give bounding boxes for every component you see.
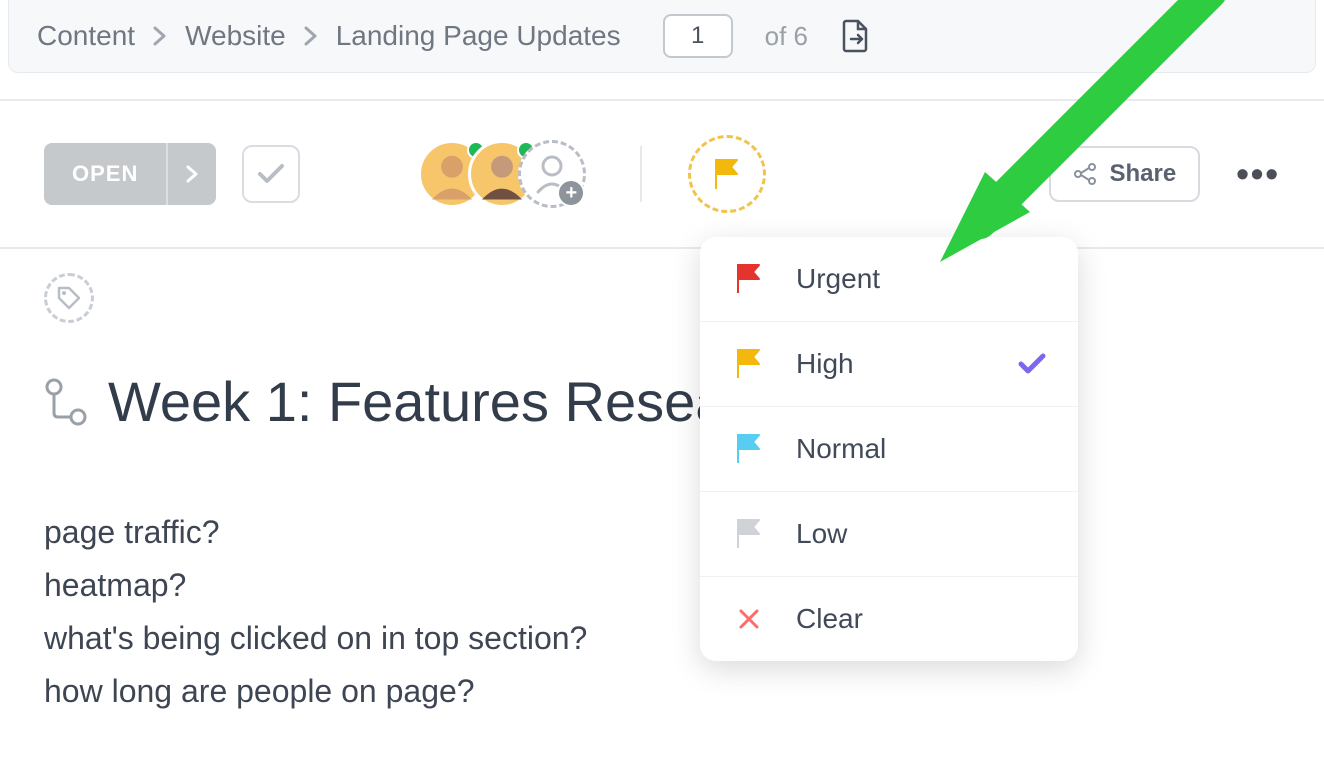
body-line: how long are people on page? (44, 673, 1280, 710)
share-button[interactable]: Share (1049, 146, 1200, 202)
priority-dropdown: Urgent High Normal Low Clear (700, 237, 1078, 661)
task-description[interactable]: page traffic? heatmap? what's being clic… (44, 514, 1280, 710)
body-line: page traffic? (44, 514, 1280, 551)
plus-icon: + (557, 179, 585, 207)
body-line: heatmap? (44, 567, 1280, 604)
share-icon (1073, 162, 1097, 186)
task-title-row: Week 1: Features Research (44, 369, 1280, 434)
breadcrumb-item-2[interactable]: Website (185, 20, 286, 52)
body-line: what's being clicked on in top section? (44, 620, 1280, 657)
page-of-label: of 6 (765, 21, 808, 52)
flag-icon (732, 433, 766, 465)
chevron-right-icon (304, 26, 318, 46)
breadcrumb-item-3[interactable]: Landing Page Updates (336, 20, 621, 52)
priority-label: High (796, 348, 988, 380)
priority-option-high[interactable]: High (700, 322, 1078, 407)
add-tag-button[interactable] (44, 273, 94, 323)
priority-label: Urgent (796, 263, 1046, 295)
status-caret-button[interactable] (166, 143, 216, 205)
vertical-divider (640, 146, 642, 202)
assignees: + (418, 140, 586, 208)
flag-icon (732, 348, 766, 380)
priority-button[interactable] (688, 135, 766, 213)
flag-icon (732, 263, 766, 295)
priority-option-clear[interactable]: Clear (700, 577, 1078, 661)
status-button-group: OPEN (44, 143, 216, 205)
breadcrumb-bar: Content Website Landing Page Updates of … (8, 0, 1316, 73)
priority-label: Low (796, 518, 1046, 550)
flag-icon (732, 518, 766, 550)
add-assignee-button[interactable]: + (518, 140, 586, 208)
priority-option-low[interactable]: Low (700, 492, 1078, 577)
subtask-icon (44, 377, 90, 427)
task-content: Week 1: Features Research page traffic? … (0, 273, 1324, 710)
close-icon (732, 608, 766, 630)
check-icon (1018, 353, 1046, 375)
more-menu-button[interactable]: ••• (1236, 153, 1280, 195)
priority-option-normal[interactable]: Normal (700, 407, 1078, 492)
priority-label: Clear (796, 603, 1046, 635)
chevron-right-icon (153, 26, 167, 46)
document-out-icon[interactable] (840, 19, 870, 53)
divider (0, 247, 1324, 249)
status-open-button[interactable]: OPEN (44, 143, 166, 205)
share-label: Share (1109, 160, 1176, 188)
page-number-input[interactable] (663, 14, 733, 58)
priority-option-urgent[interactable]: Urgent (700, 237, 1078, 322)
breadcrumb-item-1[interactable]: Content (37, 20, 135, 52)
complete-task-button[interactable] (242, 145, 300, 203)
task-toolbar: OPEN + Share ••• (0, 101, 1324, 247)
priority-label: Normal (796, 433, 1046, 465)
